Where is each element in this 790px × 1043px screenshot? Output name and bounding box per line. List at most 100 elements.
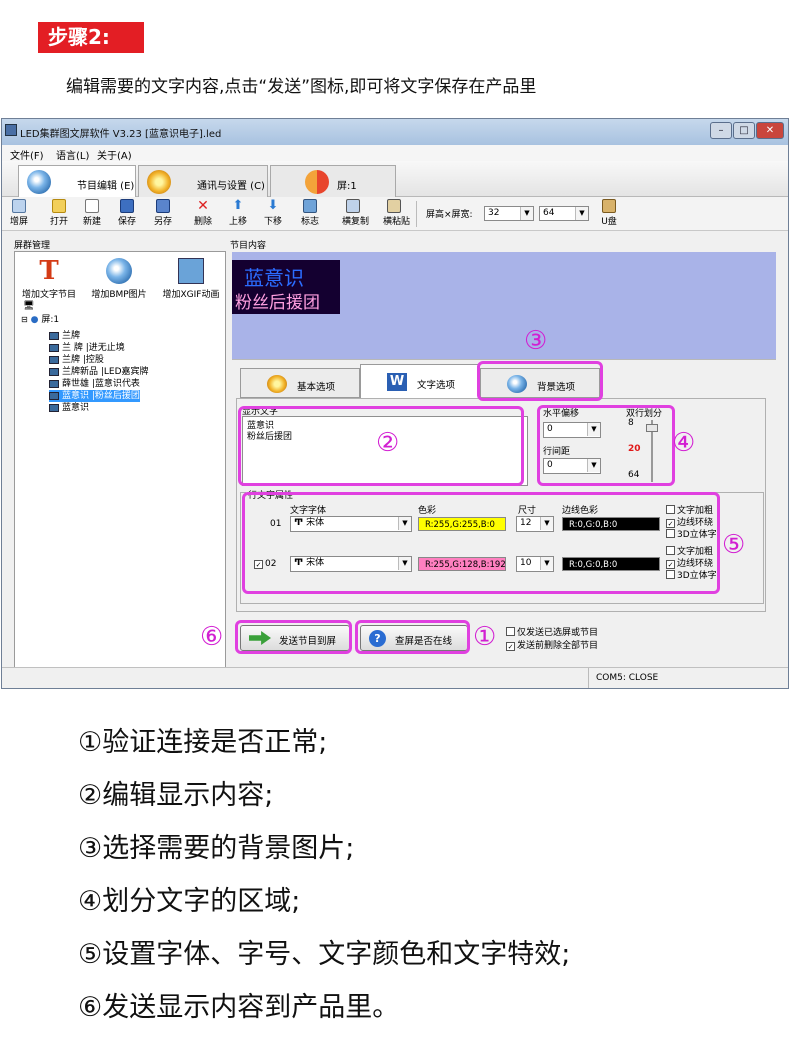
screen-height-select[interactable]: 32 ▼ — [484, 206, 534, 221]
save-icon — [120, 199, 134, 213]
marker-6: ⑥ — [200, 622, 224, 652]
tree-item[interactable]: 薛世雄 |蓝意识代表 — [49, 378, 140, 390]
save-as-button[interactable]: 另存 — [152, 199, 174, 227]
image-icon — [49, 331, 59, 340]
tree-item[interactable]: 兰牌 — [49, 330, 80, 342]
tree-root-screen[interactable]: ⊟ ● 屏:1 — [21, 314, 59, 326]
toolbar-divider — [416, 201, 417, 227]
save-button[interactable]: 保存 — [116, 199, 138, 227]
image-icon — [49, 367, 59, 376]
logo-button[interactable]: 标志 — [299, 199, 321, 227]
gear-icon — [267, 375, 287, 393]
add-screen-button[interactable]: 增屏 — [8, 199, 30, 227]
tree-item-selected[interactable]: 蓝意识 |粉丝后援团 — [49, 390, 140, 402]
app-window: LED集群图文屏软件 V3.23 [蓝意识电子].led – □ ✕ 文件(F)… — [1, 118, 789, 689]
tree-item[interactable]: 兰牌 |控股 — [49, 354, 104, 366]
add-text-program-button[interactable]: T 增加文字节目 — [17, 258, 81, 300]
led-line-2: 粉丝后援团 — [235, 293, 320, 313]
highlight-background-tab — [477, 361, 603, 401]
arrow-up-icon: ⬆ — [232, 198, 244, 213]
folder-icon — [52, 199, 66, 213]
marker-4: ④ — [672, 428, 696, 458]
toolbar: 增屏 打开 新建 保存 另存 ✕ 删除 ⬆ 上移 ⬇ 下移 标志 横复制 横粘贴 屏高… — [2, 197, 788, 231]
screen-icon — [12, 199, 26, 213]
instruction-text: 编辑需要的文字内容,点击“发送”图标,即可将文字保存在产品里 — [66, 77, 537, 97]
delete-button[interactable]: ✕ 删除 — [192, 199, 214, 227]
h-paste-button[interactable]: 横粘贴 — [383, 199, 410, 227]
tab-comm-settings[interactable]: 通讯与设置 (C) — [138, 165, 268, 197]
tab-text-options[interactable]: W 文字选项 — [360, 364, 480, 398]
chevron-down-icon: ▼ — [520, 207, 533, 220]
move-up-button[interactable]: ⬆ 上移 — [227, 198, 249, 228]
word-icon: W — [387, 373, 407, 391]
image-icon — [49, 343, 59, 352]
logo-icon — [303, 199, 317, 213]
new-file-icon — [85, 199, 99, 213]
h-copy-button[interactable]: 横复制 — [342, 199, 369, 227]
image-icon — [49, 391, 59, 400]
tab-program-edit[interactable]: 节目编辑 (E) — [18, 165, 136, 197]
highlight-send-button — [235, 620, 352, 654]
menu-file[interactable]: 文件(F) — [10, 147, 44, 162]
summary-line-1: ①验证连接是否正常; — [78, 727, 328, 758]
summary-line-4: ④划分文字的区域; — [78, 886, 301, 917]
menu-bar: 文件(F) 语言(L) 关于(A) — [2, 145, 788, 162]
summary-line-6: ⑥发送显示内容到产品里。 — [78, 992, 400, 1023]
computer-icon: 🖥 — [23, 301, 35, 311]
program-content-title: 节目内容 — [230, 241, 267, 251]
palette-icon — [106, 258, 132, 284]
refresh-icon — [305, 170, 329, 194]
gear-icon — [147, 170, 171, 194]
image-icon — [49, 355, 59, 364]
palette-icon — [27, 170, 51, 194]
screen-width-select[interactable]: 64 ▼ — [539, 206, 589, 221]
menu-language[interactable]: 语言(L) — [56, 147, 89, 162]
save-as-icon — [156, 199, 170, 213]
new-button[interactable]: 新建 — [81, 199, 103, 227]
title-bar: LED集群图文屏软件 V3.23 [蓝意识电子].led – □ ✕ — [2, 119, 788, 145]
screen-group-title: 屏群管理 — [14, 241, 51, 251]
tab-screen-1[interactable]: 屏:1 — [270, 165, 396, 197]
paste-icon — [387, 199, 401, 213]
step-badge: 步骤2: — [38, 22, 144, 53]
copy-icon — [346, 199, 360, 213]
move-down-button[interactable]: ⬇ 下移 — [262, 198, 284, 228]
tree-item[interactable]: 蓝意识 — [49, 402, 89, 414]
main-tab-bar: 节目编辑 (E) 通讯与设置 (C) 屏:1 — [2, 161, 788, 197]
summary-line-3: ③选择需要的背景图片; — [78, 833, 355, 864]
menu-about[interactable]: 关于(A) — [97, 147, 132, 162]
led-line-1: 蓝意识 — [244, 266, 304, 290]
delete-before-send-checkbox[interactable]: ✓ 发送前删除全部节目 — [506, 638, 598, 651]
led-preview: 蓝意识 粉丝后援团 — [232, 260, 340, 314]
highlight-check-button — [355, 620, 470, 654]
arrow-down-icon: ⬇ — [267, 198, 279, 213]
app-icon — [5, 124, 17, 136]
status-bar: COM5: CLOSE — [2, 667, 788, 688]
image-icon — [49, 379, 59, 388]
udisk-button[interactable]: U盘 — [598, 199, 620, 227]
add-xgif-button[interactable]: 增加XGIF动画 — [155, 258, 227, 300]
gif-image-icon — [178, 258, 204, 284]
status-divider — [588, 668, 589, 688]
summary-line-5: ⑤设置字体、字号、文字颜色和文字特效; — [78, 939, 571, 970]
add-bmp-button[interactable]: 增加BMP图片 — [87, 258, 151, 300]
check-icon: ✓ — [506, 642, 515, 651]
chevron-down-icon: ▼ — [575, 207, 588, 220]
user-icon: ● — [30, 315, 39, 325]
tab-basic-options[interactable]: 基本选项 — [240, 368, 360, 398]
close-button[interactable]: ✕ — [756, 122, 784, 139]
marker-3: ③ — [524, 326, 548, 356]
only-selected-checkbox[interactable]: 仅发送已选屏或节目 — [506, 625, 598, 638]
highlight-text-area — [537, 405, 675, 486]
open-button[interactable]: 打开 — [48, 199, 70, 227]
minimize-button[interactable]: – — [710, 122, 732, 139]
text-t-icon: T — [39, 256, 59, 286]
tree-item[interactable]: 兰牌新品 |LED嘉宾牌 — [49, 366, 149, 378]
marker-5: ⑤ — [722, 530, 746, 560]
tree-item[interactable]: 兰 牌 |进无止境 — [49, 342, 125, 354]
maximize-button[interactable]: □ — [733, 122, 755, 139]
image-icon — [49, 403, 59, 412]
com-status: COM5: CLOSE — [596, 673, 659, 683]
usb-icon — [602, 199, 616, 213]
screen-group-panel: T 增加文字节目 增加BMP图片 增加XGIF动画 🖥 ⊟ ● 屏:1 兰牌 兰 … — [14, 251, 226, 683]
